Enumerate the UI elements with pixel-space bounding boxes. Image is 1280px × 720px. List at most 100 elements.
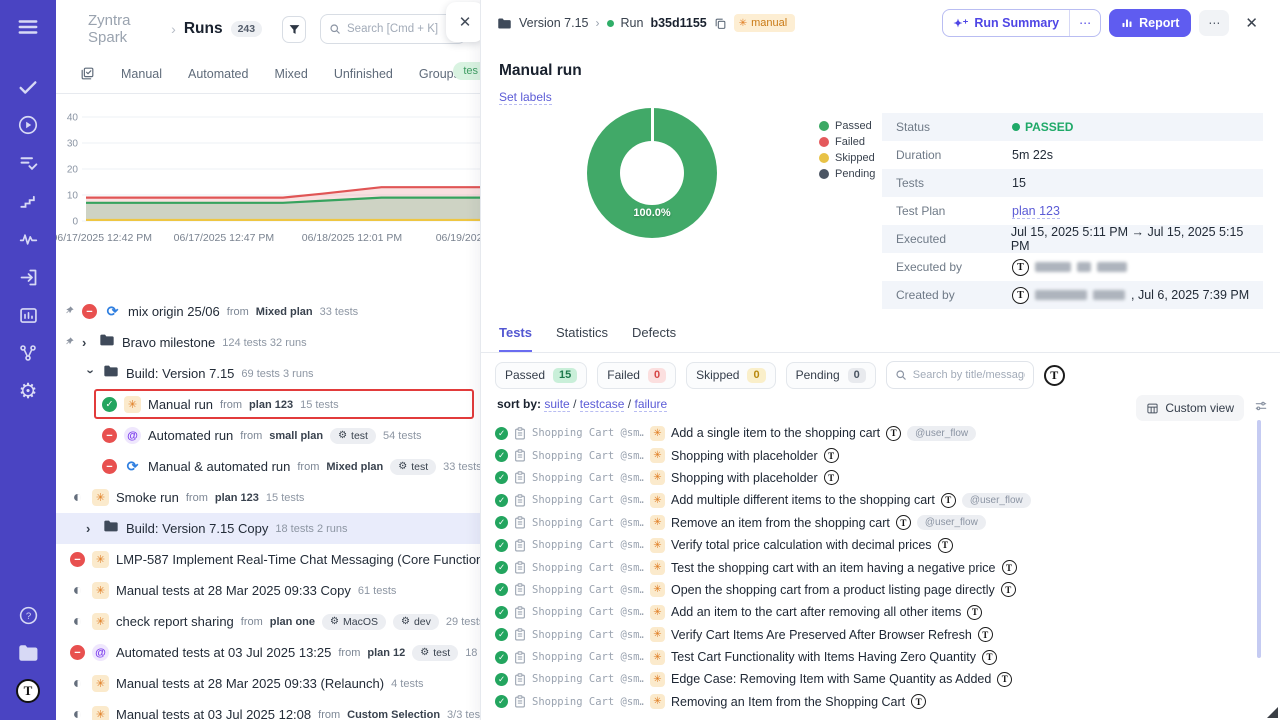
status-filter-button[interactable]: Passed 15 (495, 362, 587, 389)
test-tag-badge[interactable]: @user_flow (962, 493, 1031, 508)
breadcrumb-version[interactable]: Version 7.15 (519, 16, 589, 30)
status-filter-button[interactable]: Skipped 0 (686, 362, 776, 389)
analytics-icon[interactable] (0, 296, 56, 334)
run-tag[interactable]: ⚙test (330, 428, 376, 444)
test-row[interactable]: Shopping Cart @sm… Test the shopping car… (495, 556, 1255, 578)
test-title[interactable]: Verify Cart Items Are Preserved After Br… (671, 628, 972, 642)
account-avatar[interactable]: T (0, 672, 56, 710)
settings-gear-icon[interactable]: ⚙ (0, 372, 56, 410)
run-tag[interactable]: ⚙dev (393, 614, 439, 630)
sort-link-suite[interactable]: suite (544, 397, 569, 412)
run-tag[interactable]: ⚙MacOS (322, 614, 386, 630)
breadcrumb-project[interactable]: Zyntra Spark (88, 12, 163, 46)
test-tag-badge[interactable]: @user_flow (907, 426, 976, 441)
status-filter-button[interactable]: Pending 0 (786, 362, 876, 389)
suite-name[interactable]: Shopping Cart @sm… (532, 517, 644, 529)
run-tag[interactable]: ⚙test (390, 459, 436, 475)
suite-name[interactable]: Shopping Cart @sm… (532, 673, 644, 685)
sort-link-testcase[interactable]: testcase (580, 397, 625, 412)
suite-name[interactable]: Shopping Cart @sm… (532, 651, 644, 663)
clipped-tag-badge[interactable]: tes (453, 62, 480, 80)
chevron-icon[interactable]: › (84, 370, 99, 380)
run-row[interactable]: Smoke run from plan 123 ⚙ ⚙ 15 tests (56, 482, 480, 513)
plans-list-icon[interactable] (0, 144, 56, 182)
test-row[interactable]: Shopping Cart @sm… Open the shopping car… (495, 579, 1255, 601)
detail-tab-statistics[interactable]: Statistics (556, 325, 608, 352)
test-row[interactable]: Shopping Cart @sm… Add multiple differen… (495, 489, 1255, 511)
run-summary-button[interactable]: ✦⁺ Run Summary (943, 10, 1069, 36)
test-title[interactable]: Test Cart Functionality with Items Havin… (671, 650, 976, 664)
more-actions-button[interactable]: ⋯ (1199, 10, 1229, 36)
runs-tab[interactable]: Manual (121, 67, 162, 81)
sort-link-failure[interactable]: failure (634, 397, 667, 412)
run-row[interactable]: Manual tests at 03 Jul 2025 12:08 from C… (56, 699, 480, 720)
test-title[interactable]: Removing an Item from the Shopping Cart (671, 695, 905, 709)
run-row[interactable]: Automated run from small plan ⚙test ⚙ 54… (56, 420, 480, 451)
run-row[interactable]: Manual run from plan 123 ⚙ ⚙ 15 tests (56, 389, 480, 420)
test-title[interactable]: Shopping with placeholder (671, 471, 818, 485)
filter-funnel-button[interactable] (282, 16, 306, 43)
run-row[interactable]: Manual tests at 28 Mar 2025 09:33 (Relau… (56, 668, 480, 699)
suite-name[interactable]: Shopping Cart @sm… (532, 629, 644, 641)
chevron-icon[interactable]: › (86, 521, 96, 536)
runs-tab[interactable]: Unfinished (334, 67, 393, 81)
test-row[interactable]: Shopping Cart @sm… Edge Case: Removing I… (495, 668, 1255, 690)
run-row[interactable]: mix origin 25/06 from Mixed plan ⚙ ⚙ 33 … (56, 296, 480, 327)
suite-name[interactable]: Shopping Cart @sm… (532, 584, 644, 596)
custom-view-button[interactable]: Custom view (1136, 395, 1244, 421)
run-row[interactable]: LMP-587 Implement Real-Time Chat Messagi… (56, 544, 480, 575)
run-row[interactable]: › Bravo milestone from ⚙ ⚙ 124 tests 32 … (56, 327, 480, 358)
runs-search-input[interactable] (347, 23, 457, 35)
menu-icon[interactable] (0, 8, 56, 46)
run-row[interactable]: Automated tests at 03 Jul 2025 13:25 fro… (56, 637, 480, 668)
copy-run-id-button[interactable] (714, 17, 727, 30)
panel-close-button[interactable]: ✕ (446, 2, 480, 42)
close-detail-button[interactable]: ✕ (1237, 10, 1266, 36)
help-icon[interactable]: ? (0, 596, 56, 634)
test-title[interactable]: Add a single item to the shopping cart (671, 426, 880, 440)
test-title[interactable]: Edge Case: Removing Item with Same Quant… (671, 672, 991, 686)
steps-icon[interactable] (0, 182, 56, 220)
test-title[interactable]: Add an item to the cart after removing a… (671, 605, 961, 619)
suite-name[interactable]: Shopping Cart @sm… (532, 427, 644, 439)
test-row[interactable]: Shopping Cart @sm… Test Cart Functionali… (495, 646, 1255, 668)
detail-tab-defects[interactable]: Defects (632, 325, 676, 352)
run-row[interactable]: Manual & automated run from Mixed plan ⚙… (56, 451, 480, 482)
detail-tab-tests[interactable]: Tests (499, 325, 532, 352)
import-icon[interactable] (0, 258, 56, 296)
report-button[interactable]: Report (1109, 9, 1191, 37)
test-row[interactable]: Shopping Cart @sm… Verify Cart Items Are… (495, 624, 1255, 646)
run-row[interactable]: check report sharing from plan one ⚙MacO… (56, 606, 480, 637)
test-title[interactable]: Test the shopping cart with an item havi… (671, 561, 996, 575)
run-row[interactable]: › Build: Version 7.15 Copy from ⚙ ⚙ 18 t… (56, 513, 480, 544)
chevron-icon[interactable]: › (82, 335, 92, 350)
projects-folder-icon[interactable] (0, 634, 56, 672)
test-title[interactable]: Shopping with placeholder (671, 449, 818, 463)
test-row[interactable]: Shopping Cart @sm… Remove an item from t… (495, 512, 1255, 534)
test-title[interactable]: Remove an item from the shopping cart (671, 516, 890, 530)
branch-icon[interactable] (0, 334, 56, 372)
assignee-filter-avatar[interactable]: T (1044, 365, 1065, 386)
select-all-icon[interactable] (80, 66, 95, 81)
resize-handle[interactable] (1267, 707, 1278, 718)
test-title[interactable]: Verify total price calculation with deci… (671, 538, 932, 552)
runs-play-icon[interactable] (0, 106, 56, 144)
test-tag-badge[interactable]: @user_flow (917, 515, 986, 530)
test-plan-link[interactable]: plan 123 (1012, 204, 1060, 219)
test-row[interactable]: Shopping Cart @sm… Add an item to the ca… (495, 601, 1255, 623)
suite-name[interactable]: Shopping Cart @sm… (532, 562, 644, 574)
run-row[interactable]: Manual tests at 28 Mar 2025 09:33 Copy f… (56, 575, 480, 606)
suite-name[interactable]: Shopping Cart @sm… (532, 539, 644, 551)
run-row[interactable]: › Build: Version 7.15 from ⚙ ⚙ 69 tests … (56, 358, 480, 389)
activity-pulse-icon[interactable] (0, 220, 56, 258)
set-labels-link[interactable]: Set labels (499, 90, 552, 105)
tests-scrollbar[interactable] (1257, 420, 1261, 658)
run-type-badge[interactable]: ✳manual (734, 14, 795, 32)
suite-name[interactable]: Shopping Cart @sm… (532, 696, 644, 708)
runs-tab[interactable]: Automated (188, 67, 248, 81)
run-tag[interactable]: ⚙test (412, 645, 458, 661)
test-row[interactable]: Shopping Cart @sm… Shopping with placeho… (495, 444, 1255, 466)
test-row[interactable]: Shopping Cart @sm… Verify total price ca… (495, 534, 1255, 556)
suite-name[interactable]: Shopping Cart @sm… (532, 472, 644, 484)
suite-name[interactable]: Shopping Cart @sm… (532, 606, 644, 618)
